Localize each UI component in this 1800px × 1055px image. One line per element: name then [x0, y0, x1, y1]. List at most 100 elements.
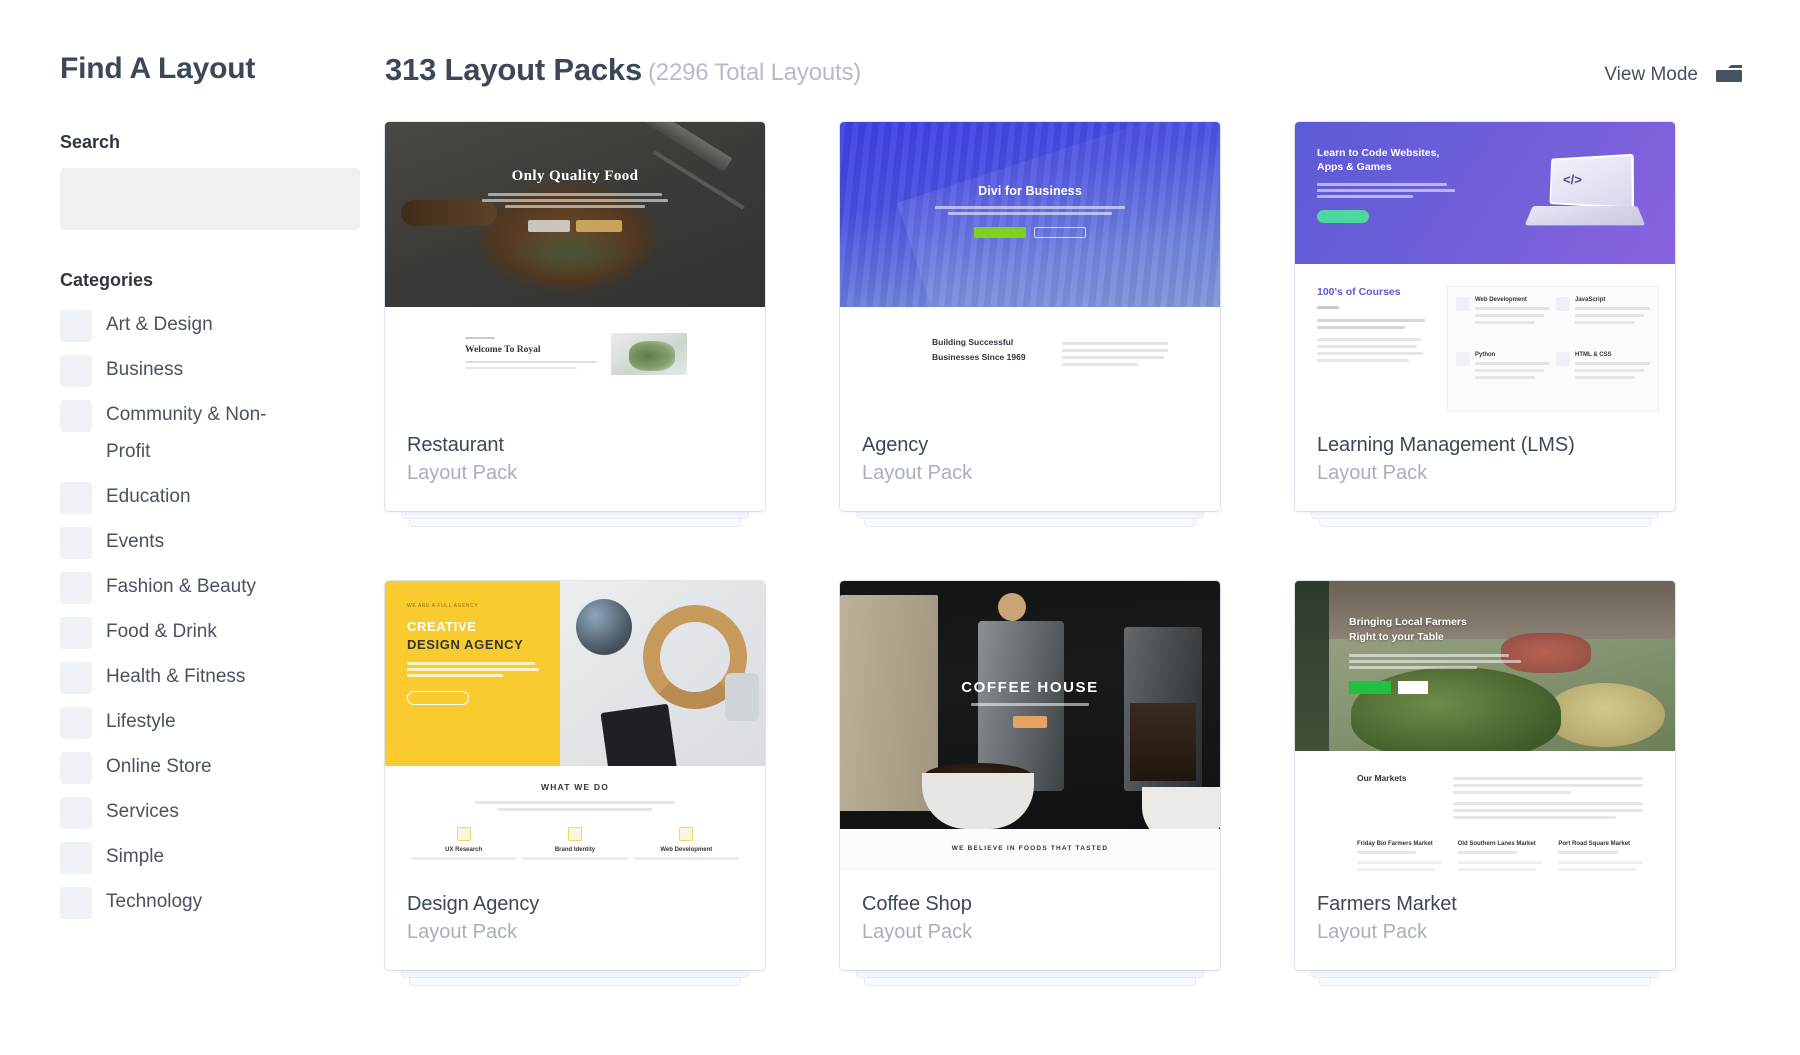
thumbnail-hero-copy: COFFEE HOUSE — [840, 581, 1220, 829]
category-item-lifestyle[interactable]: Lifestyle — [60, 703, 385, 740]
sidebar: Find A Layout Search Categories Art & De… — [0, 0, 385, 1055]
checkbox-icon[interactable] — [60, 617, 92, 649]
category-item-health-fitness[interactable]: Health & Fitness — [60, 658, 385, 695]
category-item-technology[interactable]: Technology — [60, 883, 385, 920]
category-item-events[interactable]: Events — [60, 523, 385, 560]
layout-pack-card-lms[interactable]: Learn to Code Websites, Apps & Games — [1295, 122, 1675, 511]
category-item-simple[interactable]: Simple — [60, 838, 385, 875]
thumbnail-section-heading: WHAT WE DO — [411, 782, 739, 792]
feature-icon — [457, 827, 471, 841]
category-label: Fashion & Beauty — [106, 568, 256, 605]
thumbnail-primary-button — [974, 227, 1026, 238]
category-item-online-store[interactable]: Online Store — [60, 748, 385, 785]
feature-icon — [1456, 352, 1470, 366]
layout-pack-card[interactable]: COFFEE HOUSE WE BELIEVE IN FOODS THAT T — [840, 581, 1220, 970]
feature-label: Port Road Square Market — [1558, 841, 1643, 847]
thumbnail-secondary-button — [1398, 681, 1428, 694]
checkbox-icon[interactable] — [60, 707, 92, 739]
search-input[interactable] — [60, 168, 360, 230]
card-title: Agency — [862, 434, 1198, 457]
thumbnail-cta-button — [1317, 210, 1369, 223]
thumbnail-hero-copy: Bringing Local Farmers Right to your Tab… — [1349, 615, 1521, 694]
checkbox-icon[interactable] — [60, 842, 92, 874]
card-thumbnail: Only Quality Food — [385, 122, 765, 412]
thumbnail-hero-heading-line2: Apps & Games — [1317, 160, 1455, 174]
feature-icon — [568, 827, 582, 841]
layout-pack-card[interactable]: Only Quality Food — [385, 122, 765, 511]
search-label: Search — [60, 132, 385, 153]
card-meta: Learning Management (LMS) Layout Pack — [1295, 412, 1675, 511]
category-item-food-drink[interactable]: Food & Drink — [60, 613, 385, 650]
card-title: Design Agency — [407, 893, 743, 916]
layout-pack-card-coffee-shop[interactable]: COFFEE HOUSE WE BELIEVE IN FOODS THAT T — [840, 581, 1220, 970]
card-subtitle: Layout Pack — [1317, 921, 1653, 944]
thumbnail-hero: Only Quality Food — [385, 122, 765, 307]
category-item-art-design[interactable]: Art & Design — [60, 306, 385, 343]
layout-pack-card[interactable]: Divi for Business — [840, 122, 1220, 511]
produce-decoration — [1545, 683, 1665, 747]
layout-pack-grid: Only Quality Food — [385, 122, 1744, 970]
category-item-services[interactable]: Services — [60, 793, 385, 830]
feature-cell: Web Development — [1456, 297, 1550, 346]
card-meta: Restaurant Layout Pack — [385, 412, 765, 511]
feature-icon — [1556, 297, 1570, 311]
category-label: Technology — [106, 883, 202, 920]
feature-label: JavaScript — [1575, 297, 1650, 303]
thumbnail-hero-eyebrow: WE ARE A FULL AGENCY — [407, 603, 560, 609]
checkbox-icon[interactable] — [60, 355, 92, 387]
thumbnail-hero: WE ARE A FULL AGENCY CREATIVE DESIGN AGE… — [385, 581, 765, 766]
feature-label: Web Development — [634, 847, 739, 853]
card-subtitle: Layout Pack — [862, 921, 1198, 944]
feature-label: HTML & CSS — [1575, 352, 1650, 358]
checkbox-icon[interactable] — [60, 400, 92, 432]
category-label: Lifestyle — [106, 703, 176, 740]
category-item-education[interactable]: Education — [60, 478, 385, 515]
total-layouts-count: (2296 Total Layouts) — [648, 59, 861, 86]
thumbnail-section-heading: Welcome To Royal — [465, 345, 597, 355]
checkbox-icon[interactable] — [60, 887, 92, 919]
feature-label: Web Development — [1475, 297, 1550, 303]
layout-pack-card[interactable]: Bringing Local Farmers Right to your Tab… — [1295, 581, 1675, 970]
category-item-community-non-profit[interactable]: Community & Non-Profit — [60, 396, 385, 470]
card-subtitle: Layout Pack — [1317, 462, 1653, 485]
layout-pack-card-farmers-market[interactable]: Bringing Local Farmers Right to your Tab… — [1295, 581, 1675, 970]
card-thumbnail: Divi for Business — [840, 122, 1220, 412]
checkbox-icon[interactable] — [60, 310, 92, 342]
category-label: Business — [106, 351, 183, 388]
layout-pack-card-agency[interactable]: Divi for Business — [840, 122, 1220, 511]
thumbnail-section-heading: Our Markets — [1357, 773, 1429, 823]
feature-label: UX Research — [411, 847, 516, 853]
card-thumbnail: COFFEE HOUSE WE BELIEVE IN FOODS THAT T — [840, 581, 1220, 871]
thumbnail-cta-button — [407, 691, 469, 705]
layout-pack-card-restaurant[interactable]: Only Quality Food — [385, 122, 765, 511]
category-label: Simple — [106, 838, 164, 875]
card-thumbnail: Learn to Code Websites, Apps & Games — [1295, 122, 1675, 412]
layout-pack-card[interactable]: WE ARE A FULL AGENCY CREATIVE DESIGN AGE… — [385, 581, 765, 970]
checkbox-icon[interactable] — [60, 482, 92, 514]
checkbox-icon[interactable] — [60, 752, 92, 784]
category-item-fashion-beauty[interactable]: Fashion & Beauty — [60, 568, 385, 605]
thumbnail-body: Building Successful Businesses Since 196… — [840, 307, 1220, 412]
search-block: Search — [60, 132, 385, 230]
checkbox-icon[interactable] — [60, 527, 92, 559]
checkbox-icon[interactable] — [60, 572, 92, 604]
page-title: Find A Layout — [60, 52, 385, 86]
thumbnail-section-heading-line2: Businesses Since 1969 — [932, 350, 1042, 365]
thumbnail-section-heading: 100's of Courses — [1317, 286, 1433, 298]
checkbox-icon[interactable] — [60, 797, 92, 829]
layout-browser: Find A Layout Search Categories Art & De… — [0, 0, 1800, 1055]
category-item-business[interactable]: Business — [60, 351, 385, 388]
checkbox-icon[interactable] — [60, 662, 92, 694]
folder-icon[interactable] — [1714, 61, 1744, 90]
layout-pack-card-design-agency[interactable]: WE ARE A FULL AGENCY CREATIVE DESIGN AGE… — [385, 581, 765, 970]
categories-label: Categories — [60, 270, 385, 291]
thumbnail-secondary-button — [1034, 227, 1086, 238]
view-mode-toggle[interactable]: View Mode — [1604, 61, 1744, 90]
feature-cell: Brand Identity — [522, 827, 627, 864]
card-title: Restaurant — [407, 434, 743, 457]
thumbnail-hero-copy: WE ARE A FULL AGENCY CREATIVE DESIGN AGE… — [385, 581, 560, 766]
thumbnail-hero-copy: Divi for Business — [840, 122, 1220, 307]
results-heading: 313 Layout Packs(2296 Total Layouts) — [385, 52, 861, 88]
layout-pack-card[interactable]: Learn to Code Websites, Apps & Games — [1295, 122, 1675, 511]
card-meta: Agency Layout Pack — [840, 412, 1220, 511]
